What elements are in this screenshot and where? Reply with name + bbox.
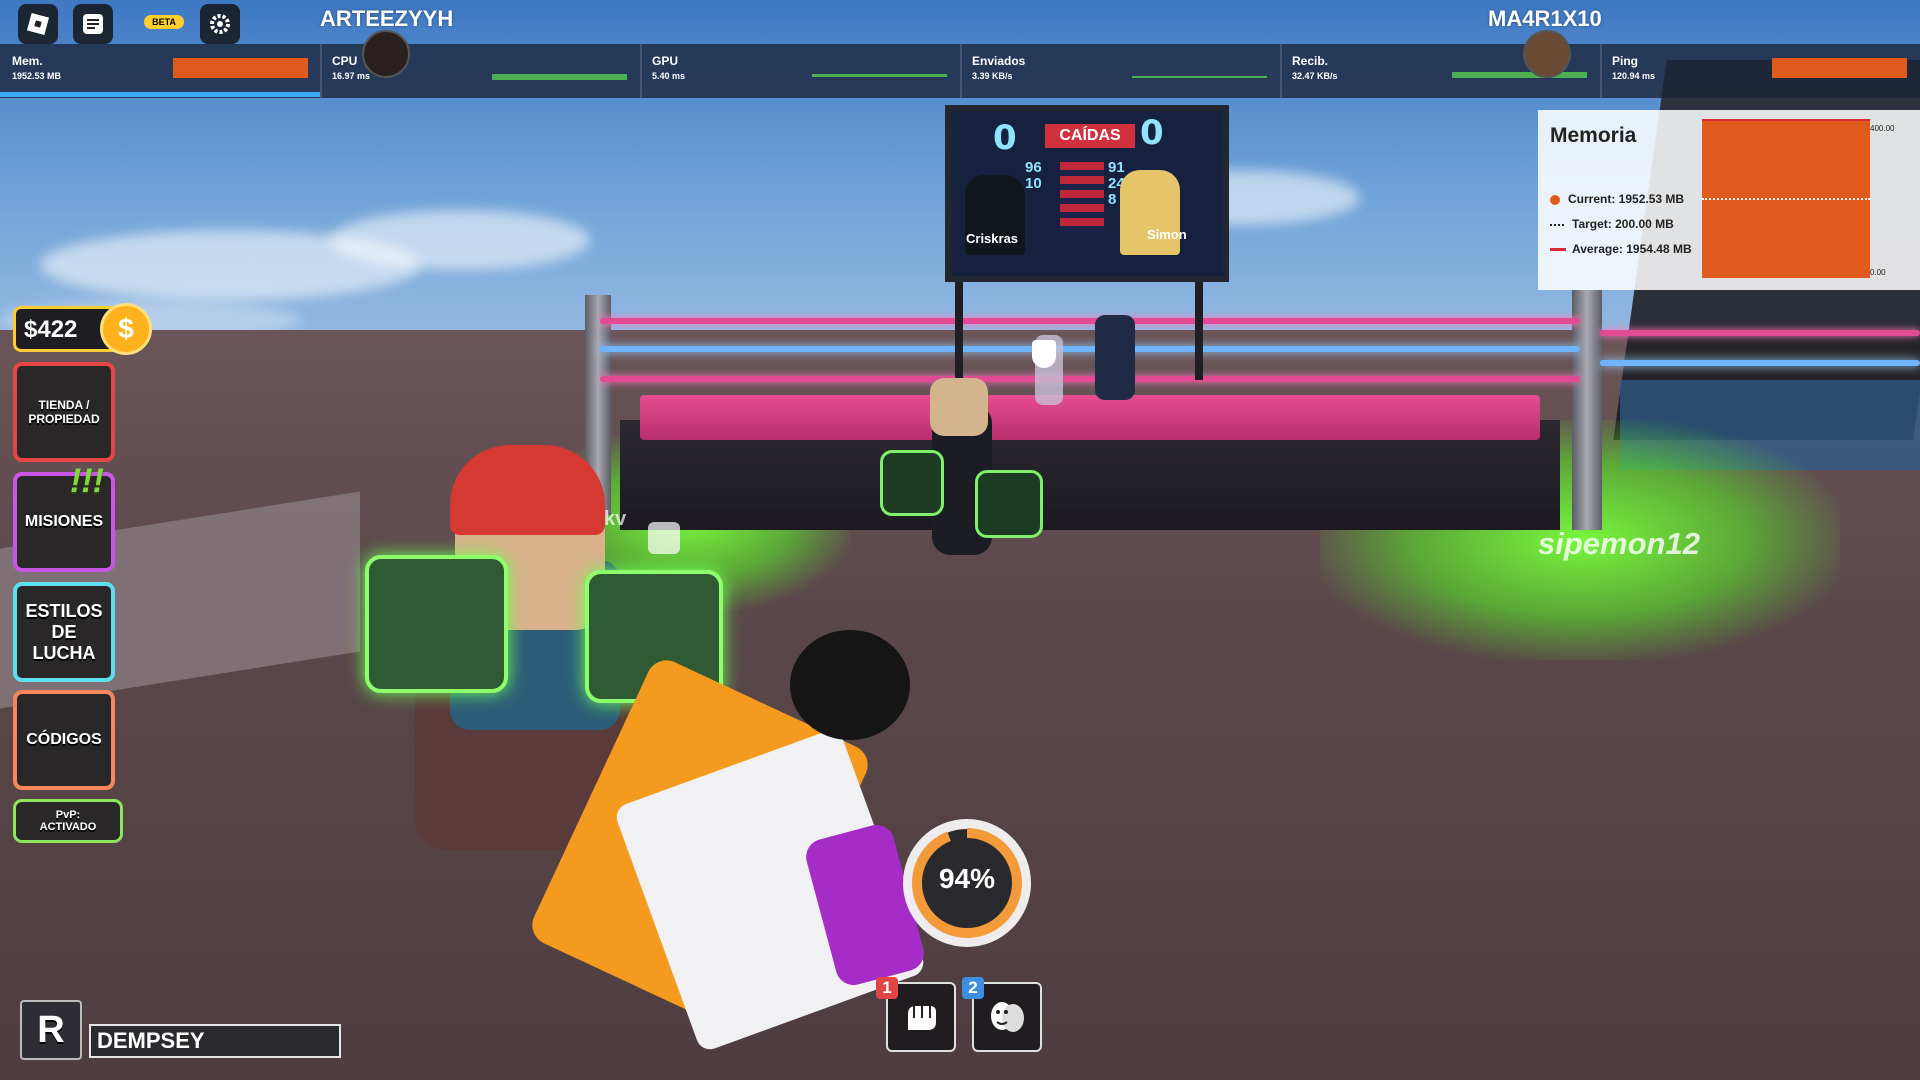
money-amount: $422 (24, 316, 78, 343)
perf-gpu[interactable]: GPU 5.40 ms (640, 44, 960, 98)
scoreboard-stat: 10 (1025, 175, 1042, 192)
perf-recv-label: Recib. (1292, 54, 1329, 68)
ring-rope (600, 376, 1580, 382)
perf-ping[interactable]: Ping 120.94 ms (1600, 44, 1920, 98)
perf-recv-value: 32.47 KB/s (1292, 71, 1338, 81)
perf-mem-graph (173, 58, 308, 78)
roblox-logo-icon (26, 12, 50, 36)
memory-target: Target: 200.00 MB (1550, 217, 1674, 231)
missions-alert-badge: !!! (70, 462, 104, 500)
fighter-glove (880, 450, 944, 516)
settings-button[interactable] (200, 4, 240, 44)
fight-style-name: DEMPSEY (89, 1024, 341, 1058)
memory-target-line (1702, 198, 1870, 200)
codes-button-label: CÓDIGOS (26, 731, 102, 748)
gear-icon (210, 14, 230, 34)
player-name-left: ARTEEZYYH (320, 6, 454, 31)
memory-current: Current: 1952.53 MB (1550, 192, 1684, 206)
scoreboard-avatar-right (1120, 170, 1180, 255)
cloud (330, 210, 590, 270)
pvp-toggle[interactable]: PvP: ACTIVADO (13, 799, 123, 843)
codes-button[interactable]: CÓDIGOS (13, 690, 115, 790)
player-name-right: MA4R1X10 (1488, 6, 1602, 31)
scoreboard-score-left: 0 (993, 118, 1017, 158)
r-button[interactable]: R (20, 1000, 82, 1060)
chat-button[interactable] (73, 4, 113, 44)
fight-styles-button[interactable]: ESTILOS DE LUCHA (13, 582, 115, 682)
memory-axis-max: 400.00 (1870, 124, 1895, 133)
shield-icon (1032, 340, 1056, 368)
perf-sent-graph (1132, 76, 1267, 78)
fighter-glove (975, 470, 1043, 538)
scoreboard-stat-bars (1060, 162, 1104, 232)
scoreboard-name-right: Simon (1147, 227, 1187, 242)
current-legend-icon (1550, 194, 1560, 205)
perf-mem-value: 1952.53 MB (12, 71, 62, 81)
stamina-gauge: 94% (896, 812, 1038, 954)
perf-sent-value: 3.39 KB/s (972, 71, 1013, 81)
shop-button-label: TIENDA / PROPIEDAD (28, 398, 100, 426)
average-legend-icon (1550, 248, 1566, 252)
memory-target-text: Target: 200.00 MB (1572, 217, 1674, 231)
perf-ping-label: Ping (1612, 54, 1638, 68)
hotbar-slot-1-number: 1 (876, 977, 898, 999)
memory-current-text: Current: 1952.53 MB (1568, 192, 1685, 206)
roblox-menu-button[interactable] (18, 4, 58, 44)
scoreboard-title: CAÍDAS (1045, 124, 1135, 148)
missions-button-label: MISIONES (24, 513, 104, 530)
punch-icon (908, 1006, 936, 1030)
memory-average-line (1702, 119, 1870, 121)
memory-panel-title: Memoria (1550, 124, 1637, 147)
shop-button[interactable]: TIENDA / PROPIEDAD (13, 362, 115, 462)
perf-ping-graph (1772, 58, 1907, 78)
player-avatar-left (362, 30, 410, 78)
ring-rope (600, 318, 1580, 324)
perf-recv-graph (1452, 72, 1587, 78)
perf-cpu-value: 16.97 ms (332, 71, 371, 81)
player-avatar-right (1523, 30, 1571, 78)
ring-mat (640, 395, 1540, 440)
memory-panel: Memoria Current: 1952.53 MB Target: 200.… (1538, 110, 1920, 290)
ring-rope (600, 346, 1580, 352)
opponent-character (1095, 315, 1135, 400)
perf-gpu-value: 5.40 ms (652, 71, 686, 81)
chat-icon (83, 14, 103, 34)
stamina-percent: 94% (938, 863, 996, 894)
memory-axis-min: 0.00 (1870, 268, 1886, 277)
player-nametag: sipemon12 (1538, 526, 1700, 561)
perf-gpu-graph (812, 74, 947, 77)
ring-rope (1600, 330, 1920, 336)
scoreboard-stat: 91 (1108, 159, 1125, 176)
perf-gpu-label: GPU (652, 54, 679, 68)
fight-styles-button-label: ESTILOS DE LUCHA (25, 600, 103, 663)
theater-masks-icon (991, 1002, 1024, 1032)
perf-mem[interactable]: Mem. 1952.53 MB (0, 44, 320, 98)
memory-average-text: Average: 1954.48 MB (1572, 242, 1692, 256)
scoreboard-name-left: Criskras (966, 231, 1019, 246)
coin-icon: $ (100, 303, 152, 355)
pvp-toggle-label: PvP: ACTIVADO (39, 809, 97, 833)
player-hair (790, 630, 910, 740)
beta-badge: BETA (144, 15, 184, 29)
perf-sent[interactable]: Enviados 3.39 KB/s (960, 44, 1280, 98)
perf-cpu-label: CPU (332, 54, 358, 68)
scoreboard-score-right: 0 (1140, 113, 1164, 153)
green-glove (365, 555, 508, 693)
red-beanie (450, 445, 605, 535)
scoreboard-leg (1195, 270, 1203, 380)
memory-average: Average: 1954.48 MB (1550, 242, 1692, 256)
perf-mem-label: Mem. (12, 54, 43, 68)
perf-sent-label: Enviados (972, 54, 1026, 68)
target-legend-icon (1550, 223, 1564, 226)
player-badge-icon (648, 522, 680, 554)
ring-rope (1600, 360, 1920, 366)
fighter-head (930, 378, 988, 436)
scoreboard-stat: 96 (1025, 159, 1042, 176)
hotbar-slot-2-number: 2 (962, 977, 984, 999)
scoreboard-leg (955, 270, 963, 380)
perf-cpu-graph (492, 74, 627, 80)
player-nametag-partial: kv (604, 508, 627, 530)
ring-post (1572, 290, 1602, 530)
perf-ping-value: 120.94 ms (1612, 71, 1656, 81)
